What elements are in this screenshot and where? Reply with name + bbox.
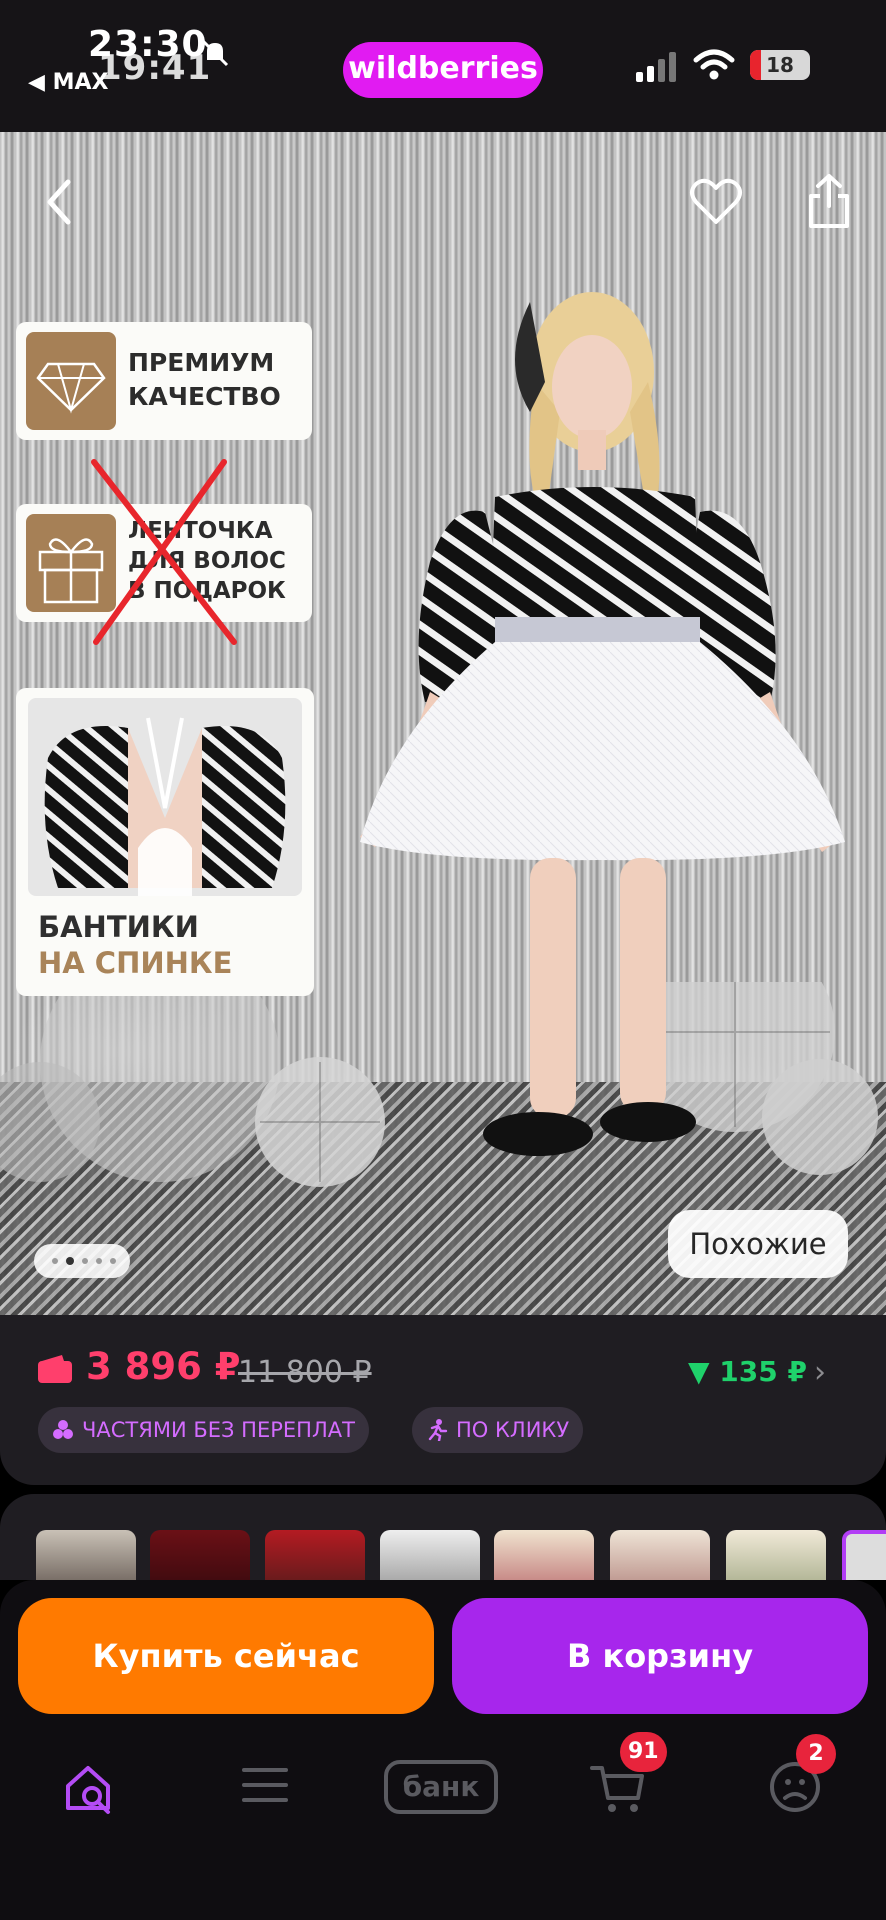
add-to-cart-button[interactable]: В корзину xyxy=(452,1598,868,1714)
profile-nav-item[interactable]: 2 xyxy=(768,1734,836,1820)
variant-thumbnail[interactable] xyxy=(380,1530,480,1580)
variant-thumbnail[interactable] xyxy=(726,1530,826,1580)
back-arrow-icon[interactable] xyxy=(40,174,80,230)
notifications-badge: 2 xyxy=(796,1734,836,1774)
variant-thumbnail[interactable] xyxy=(494,1530,594,1580)
badge-line-1: ПРЕМИУМ xyxy=(128,348,275,377)
carousel-pagination[interactable] xyxy=(34,1244,130,1278)
cellular-signal-icon xyxy=(636,52,676,82)
menu-icon[interactable] xyxy=(240,1760,290,1810)
variant-thumbnail-selected[interactable] xyxy=(842,1530,886,1580)
installments-icon xyxy=(53,1420,73,1439)
variant-thumbnail[interactable] xyxy=(36,1530,136,1580)
carousel-dot xyxy=(110,1258,116,1264)
current-price: 3 896 ₽ xyxy=(86,1345,241,1388)
battery-indicator: 18 xyxy=(750,50,810,80)
wildberries-logo[interactable]: wildberries xyxy=(343,42,543,98)
old-price: 11 800 ₽ xyxy=(238,1355,372,1390)
price-section: 3 896 ₽ 11 800 ₽ ▼ 135 ₽ › ЧАСТЯМИ БЕЗ П… xyxy=(0,1315,886,1485)
one-click-chip[interactable]: ПО КЛИКУ xyxy=(412,1407,584,1453)
chevron-right-icon[interactable]: › xyxy=(814,1355,826,1390)
carousel-dot-active xyxy=(66,1257,74,1265)
diamond-icon xyxy=(36,362,106,414)
installments-chip[interactable]: ЧАСТЯМИ БЕЗ ПЕРЕПЛАТ xyxy=(38,1407,369,1453)
installments-chip-label: ЧАСТЯМИ БЕЗ ПЕРЕПЛАТ xyxy=(82,1418,355,1442)
similar-products-button[interactable]: Похожие xyxy=(668,1210,848,1278)
carousel-dot xyxy=(96,1258,102,1264)
cart-count-badge: 91 xyxy=(620,1732,667,1772)
variant-thumbnail[interactable] xyxy=(265,1530,365,1580)
badge-icon-bg xyxy=(26,332,116,430)
buy-now-button[interactable]: Купить сейчас xyxy=(18,1598,434,1714)
badge-line-2: КАЧЕСТВО xyxy=(128,382,281,411)
running-person-icon xyxy=(428,1419,448,1441)
one-click-chip-label: ПО КЛИКУ xyxy=(456,1418,570,1442)
battery-percentage: 18 xyxy=(766,53,794,77)
bows-on-back-card: БАНТИКИ НА СПИНКЕ xyxy=(16,688,314,996)
product-model-image xyxy=(360,292,845,1156)
favorite-heart-icon[interactable] xyxy=(688,176,744,228)
variant-thumbnail[interactable] xyxy=(610,1530,710,1580)
cart-nav-item[interactable]: 91 xyxy=(590,1732,667,1820)
bank-icon[interactable]: банк xyxy=(384,1760,498,1814)
price-drop-amount[interactable]: ▼ 135 ₽ xyxy=(688,1355,807,1388)
carousel-dot xyxy=(82,1258,88,1264)
wallet-icon xyxy=(38,1355,72,1383)
back-bows-image xyxy=(28,698,302,896)
variant-thumbnail[interactable] xyxy=(150,1530,250,1580)
share-icon[interactable] xyxy=(806,172,852,230)
bell-muted-icon xyxy=(201,39,229,67)
home-search-icon[interactable] xyxy=(62,1760,118,1816)
status-time-secondary: 19:41 xyxy=(98,48,212,88)
status-bar: 23:30 19:41 ◀ MAX wildberries 18 xyxy=(0,0,886,132)
premium-quality-badge: ПРЕМИУМ КАЧЕСТВО xyxy=(16,322,312,440)
carousel-dot xyxy=(52,1258,58,1264)
back-to-app-link[interactable]: ◀ MAX xyxy=(28,70,108,95)
bows-label-line-2: НА СПИНКЕ xyxy=(38,946,233,980)
product-photo-carousel[interactable]: ПРЕМИУМ КАЧЕСТВО ЛЕНТОЧКА ДЛЯ ВОЛОС В ПО… xyxy=(0,132,886,1315)
bottom-action-bar: Купить сейчас В корзину банк 91 2 xyxy=(0,1580,886,1920)
wifi-icon xyxy=(693,49,735,80)
cross-out-mark xyxy=(91,459,237,645)
bows-label-line-1: БАНТИКИ xyxy=(38,910,199,944)
variant-thumbnails xyxy=(0,1494,886,1580)
